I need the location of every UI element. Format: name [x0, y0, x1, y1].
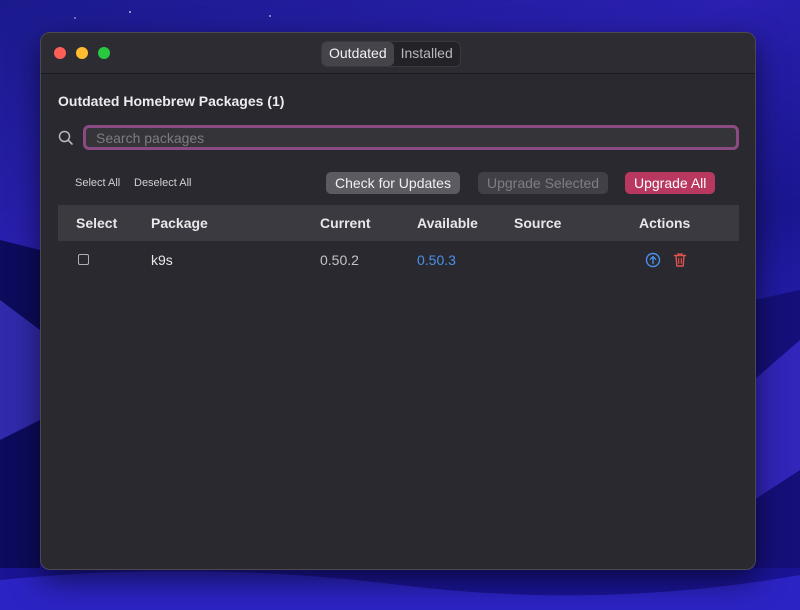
upgrade-selected-button[interactable]: Upgrade Selected: [478, 172, 609, 194]
close-window-button[interactable]: [54, 47, 66, 59]
search-icon: [57, 129, 75, 147]
tab-outdated[interactable]: Outdated: [322, 42, 394, 66]
column-header-package: Package: [151, 215, 208, 231]
tab-installed[interactable]: Installed: [394, 42, 460, 66]
column-header-source: Source: [514, 215, 562, 231]
package-name: k9s: [151, 252, 173, 268]
trash-icon[interactable]: [671, 251, 689, 269]
column-header-available: Available: [417, 215, 478, 231]
desktop: Outdated Installed Outdated Homebrew Pac…: [0, 0, 800, 610]
column-header-current: Current: [320, 215, 371, 231]
deselect-all-button[interactable]: Deselect All: [134, 177, 191, 189]
column-header-actions: Actions: [639, 215, 691, 231]
available-version: 0.50.3: [417, 252, 456, 268]
search-input[interactable]: [83, 125, 739, 150]
maximize-window-button[interactable]: [98, 47, 110, 59]
check-for-updates-button[interactable]: Check for Updates: [326, 172, 460, 194]
page-title: Outdated Homebrew Packages (1): [58, 93, 285, 109]
minimize-window-button[interactable]: [76, 47, 88, 59]
titlebar: Outdated Installed: [41, 33, 755, 74]
table-header: Select Package Current Available Source …: [58, 205, 739, 241]
current-version: 0.50.2: [320, 252, 359, 268]
view-tab-switcher: Outdated Installed: [321, 41, 461, 67]
select-all-button[interactable]: Select All: [75, 177, 120, 189]
column-header-select: Select: [76, 215, 118, 231]
table-row: k9s 0.50.2 0.50.3: [58, 245, 739, 277]
upgrade-all-button[interactable]: Upgrade All: [625, 172, 716, 194]
arrow-up-circle-icon[interactable]: [644, 251, 662, 269]
app-window: Outdated Installed Outdated Homebrew Pac…: [40, 32, 756, 570]
row-select-checkbox[interactable]: [78, 254, 89, 265]
